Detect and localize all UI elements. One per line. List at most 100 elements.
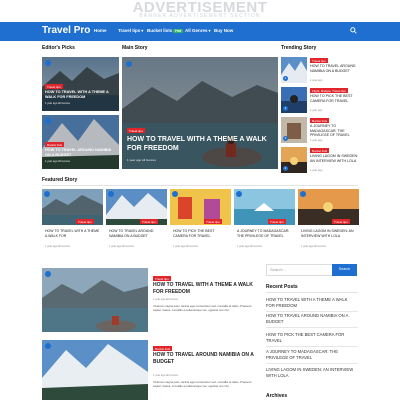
- post-meta: 1 year ago: [310, 109, 323, 112]
- featured-image: [42, 189, 103, 225]
- rank-badge: 3: [283, 136, 288, 141]
- post-meta: 1 year ago All Genres: [153, 374, 178, 377]
- post-list-item[interactable]: Bucket lists HOW TO TRAVEL AROUND NAMIBI…: [42, 340, 260, 400]
- nav-all-genres[interactable]: All Genres▾: [185, 28, 211, 33]
- recent-post-link[interactable]: LIVING LAGOM IN SWEDEN: AN INTERVIEW WIT…: [266, 367, 356, 379]
- category-tag[interactable]: Travel tips: [140, 219, 158, 224]
- category-tag[interactable]: Travel tips: [204, 219, 222, 224]
- featured-card[interactable]: Travel tips HOW TO TRAVEL WITH A THEME A…: [42, 189, 103, 253]
- chevron-down-icon: ▾: [141, 28, 144, 33]
- section-title-trending: Trending Story: [281, 45, 317, 51]
- advertisement-banner[interactable]: ADVERTISEMENT BANNER ADVERTISEMENT SECTI…: [0, 0, 400, 22]
- category-tag[interactable]: Travel tips: [332, 219, 350, 224]
- post-title[interactable]: HOW TO TRAVEL WITH A THEME A WALK FOR FR…: [45, 90, 117, 100]
- category-tag[interactable]: Travel tips: [153, 276, 171, 281]
- section-title-main-story: Main Story: [122, 45, 148, 51]
- search-icon[interactable]: [350, 27, 357, 34]
- image-icon: [108, 191, 114, 197]
- post-excerpt: Vivamus magna justo, lacinia eget consec…: [153, 304, 252, 312]
- featured-card[interactable]: Travel tips LIVING LAGOM IN SWEDEN: AN I…: [298, 189, 359, 253]
- nav-travel-tips[interactable]: Travel tips▾: [118, 28, 143, 33]
- post-title[interactable]: HOW TO TRAVEL AROUND NAMIBIA ON A BUDGET: [109, 229, 165, 238]
- search-button[interactable]: Search: [332, 264, 357, 276]
- image-icon: [126, 61, 132, 67]
- post-title[interactable]: LIVING LAGOM IN SWEDEN: AN INTERVIEW WIT…: [310, 154, 362, 163]
- trending-item[interactable]: 3 Bucket lists A JOURNEY TO MADAGASCAR: …: [281, 117, 361, 143]
- category-tag[interactable]: Bucket lists: [310, 118, 330, 123]
- link-divider: [266, 363, 358, 364]
- rank-badge: 1: [283, 76, 288, 81]
- category-tag[interactable]: Bucket lists: [45, 142, 65, 147]
- featured-image: [298, 189, 359, 225]
- image-icon: [45, 343, 51, 349]
- hot-badge: Hot: [173, 29, 184, 33]
- post-title[interactable]: HOW TO PICK THE BEST CAMERA FOR TRAVEL: [173, 229, 229, 238]
- rank-badge: 2: [283, 106, 288, 111]
- trending-item[interactable]: 4 Bucket lists LIVING LAGOM IN SWEDEN: A…: [281, 147, 361, 173]
- post-title[interactable]: HOW TO TRAVEL AROUND NAMIBIA ON A BUDGET: [310, 64, 362, 73]
- category-tag[interactable]: Travel tips: [127, 128, 145, 133]
- main-navigation: Travel Pro Home Travel tips▾ Bucket list…: [0, 22, 400, 41]
- nav-home[interactable]: Home: [94, 28, 107, 33]
- post-list-item[interactable]: Travel tips HOW TO TRAVEL WITH A THEME A…: [42, 268, 260, 332]
- post-title[interactable]: HOW TO TRAVEL WITH A THEME A WALK FOR: [45, 229, 101, 238]
- link-divider: [266, 327, 358, 328]
- trending-item[interactable]: 1 Travel tips HOW TO TRAVEL AROUND NAMIB…: [281, 57, 361, 83]
- featured-card[interactable]: Travel tips HOW TO TRAVEL AROUND NAMIBIA…: [106, 189, 167, 253]
- section-title-editors-picks: Editor's Picks: [42, 45, 75, 51]
- post-title[interactable]: HOW TO TRAVEL AROUND NAMIBIA ON A BUDGET: [153, 352, 259, 366]
- post-title[interactable]: HOW TO TRAVEL WITH A THEME A WALK FOR FR…: [153, 282, 259, 296]
- featured-image: [170, 189, 231, 225]
- post-image: [42, 340, 148, 400]
- recent-post-link[interactable]: A JOURNEY TO MADAGASCAR: THE PRIVILEGE O…: [266, 349, 356, 361]
- post-meta: 1 year ago All Genres: [45, 102, 70, 105]
- post-image: [42, 268, 148, 332]
- post-meta: 1 year ago All Genres: [127, 158, 156, 162]
- post-meta: 1 year ago All Genres: [45, 245, 70, 248]
- rank-badge: 4: [283, 166, 288, 171]
- featured-image: [234, 189, 295, 225]
- category-tag[interactable]: Flight, Budget, Travel tips: [310, 88, 348, 93]
- section-title-featured: Featured Story: [42, 177, 78, 183]
- chevron-down-icon: ▾: [208, 28, 211, 33]
- post-title[interactable]: A JOURNEY TO MADAGASCAR: THE PRIVILEGE O…: [310, 124, 362, 138]
- search-input[interactable]: Search ...: [266, 264, 336, 276]
- image-icon: [44, 191, 50, 197]
- main-story-title[interactable]: HOW TO TRAVEL WITH A THEME A WALK FOR FR…: [127, 135, 267, 153]
- category-tag[interactable]: Travel tips: [76, 219, 94, 224]
- image-icon: [45, 60, 51, 66]
- post-meta: 1 year ago All Genres: [237, 245, 262, 248]
- section-divider: [42, 185, 358, 186]
- category-tag[interactable]: Travel tips: [268, 219, 286, 224]
- featured-card[interactable]: Travel tips A JOURNEY TO MADAGASCAR: THE…: [234, 189, 295, 253]
- post-meta: 1 year ago All Genres: [45, 160, 70, 163]
- image-icon: [300, 191, 306, 197]
- image-icon: [236, 191, 242, 197]
- post-title[interactable]: LIVING LAGOM IN SWEDEN: AN INTERVIEW WIT…: [301, 229, 357, 238]
- recent-post-link[interactable]: HOW TO TRAVEL WITH A THEME A WALK FOR FR…: [266, 297, 356, 309]
- post-meta: 1 year ago All Genres: [109, 245, 134, 248]
- post-title[interactable]: HOW TO PICK THE BEST CAMERA FOR TRAVEL: [310, 94, 362, 103]
- featured-card[interactable]: Travel tips HOW TO PICK THE BEST CAMERA …: [170, 189, 231, 253]
- site-logo[interactable]: Travel Pro: [42, 25, 90, 36]
- category-tag[interactable]: Travel tips: [45, 84, 63, 89]
- nav-buy-now[interactable]: Buy Now: [214, 28, 233, 33]
- category-tag[interactable]: Travel tips: [310, 58, 328, 63]
- nav-bucket-lists[interactable]: Bucket lists Hot: [147, 28, 184, 33]
- post-excerpt: Vivamus magna justo, lacinia eget consec…: [153, 380, 252, 388]
- post-meta: 1 year ago All Genres: [301, 245, 326, 248]
- recent-post-link[interactable]: HOW TO PICK THE BEST CAMERA FOR TRAVEL: [266, 332, 356, 344]
- recent-post-link[interactable]: HOW TO TRAVEL AROUND NAMIBIA ON A BUDGET: [266, 313, 356, 325]
- category-tag[interactable]: Bucket lists: [310, 148, 330, 153]
- trending-item[interactable]: 2 Flight, Budget, Travel tips HOW TO PIC…: [281, 87, 361, 113]
- post-title[interactable]: HOW TO TRAVEL AROUND NAMIBIA ON A BUDGET: [45, 148, 117, 158]
- featured-image: [106, 189, 167, 225]
- main-story-card[interactable]: Travel tips HOW TO TRAVEL WITH A THEME A…: [122, 57, 278, 169]
- image-icon: [45, 118, 51, 124]
- post-title[interactable]: A JOURNEY TO MADAGASCAR: THE PRIVILEGE O…: [237, 229, 293, 238]
- post-meta: 1 year ago: [310, 79, 323, 82]
- editors-pick-card[interactable]: Bucket lists HOW TO TRAVEL AROUND NAMIBI…: [42, 115, 119, 169]
- editors-pick-card[interactable]: Travel tips HOW TO TRAVEL WITH A THEME A…: [42, 57, 119, 111]
- category-tag[interactable]: Bucket lists: [153, 346, 173, 351]
- post-meta: 1 year ago: [310, 139, 323, 142]
